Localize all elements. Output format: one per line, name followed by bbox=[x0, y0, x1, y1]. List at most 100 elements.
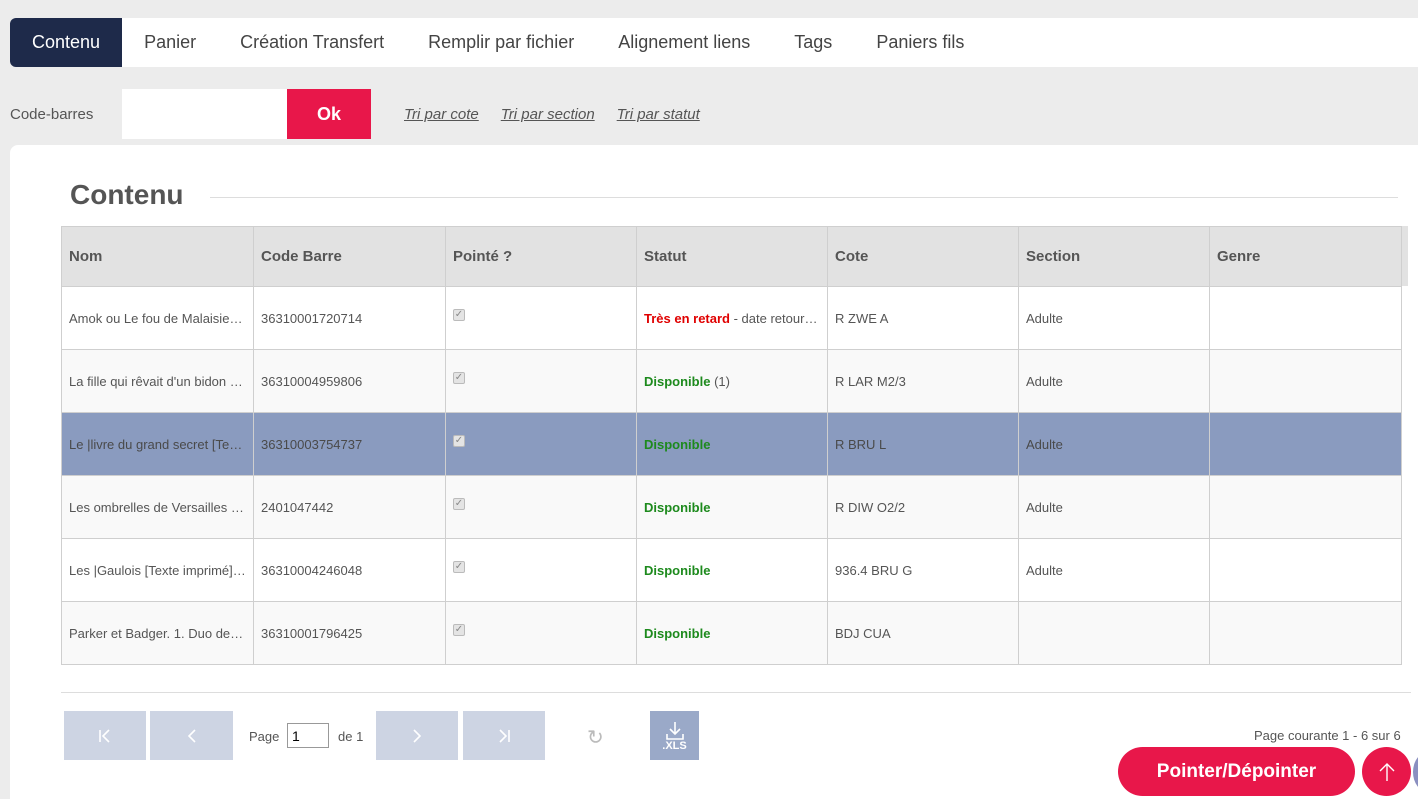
last-page-button[interactable] bbox=[463, 711, 545, 760]
cell-genre bbox=[1209, 538, 1402, 602]
pointed-checkbox[interactable]: ✓ bbox=[453, 624, 465, 636]
cell-nom: La fille qui rêvait d'un bidon d'essence bbox=[61, 349, 254, 413]
page-number-input[interactable] bbox=[287, 723, 329, 748]
status-extra: - date retour : 12/03/2024 bbox=[733, 310, 827, 326]
last-page-icon bbox=[499, 728, 510, 743]
column-header-section[interactable]: Section bbox=[1018, 226, 1210, 287]
column-header-cote[interactable]: Cote bbox=[827, 226, 1019, 287]
cell-section: Adulte bbox=[1018, 286, 1210, 350]
barcode-row: Code-barres Ok Tri par cote Tri par sect… bbox=[10, 89, 722, 139]
table-row[interactable]: Les ombrelles de Versailles [Texte impri… bbox=[61, 475, 1402, 539]
download-icon bbox=[665, 721, 684, 740]
pager-divider bbox=[61, 692, 1411, 693]
column-header-code-barre[interactable]: Code Barre bbox=[253, 226, 446, 287]
title-divider bbox=[210, 197, 1398, 198]
cell-cote: R BRU L bbox=[827, 412, 1019, 476]
cell-code-barre: 36310001796425 bbox=[253, 601, 446, 665]
ok-button[interactable]: Ok bbox=[287, 89, 371, 139]
status-extra: (1) bbox=[710, 373, 730, 389]
cell-section: Adulte bbox=[1018, 475, 1210, 539]
tab-panier[interactable]: Panier bbox=[122, 18, 218, 67]
next-page-icon bbox=[413, 728, 422, 743]
pointer-depointer-button[interactable]: Pointer/Dépointer bbox=[1118, 747, 1355, 796]
cell-genre bbox=[1209, 349, 1402, 413]
cell-code-barre: 36310004959806 bbox=[253, 349, 446, 413]
content-table: Nom Code Barre Pointé ? Statut Cote Sect… bbox=[61, 226, 1402, 665]
column-header-nom[interactable]: Nom bbox=[61, 226, 254, 287]
barcode-label: Code-barres bbox=[10, 105, 94, 123]
refresh-icon[interactable]: ↻ bbox=[587, 725, 604, 750]
cell-pointe: ✓ bbox=[445, 286, 637, 350]
scroll-top-button[interactable] bbox=[1362, 747, 1411, 796]
cell-section bbox=[1018, 601, 1210, 665]
status-available: Disponible bbox=[644, 562, 711, 578]
cell-genre bbox=[1209, 601, 1402, 665]
sort-by-status-link[interactable]: Tri par statut bbox=[617, 106, 700, 123]
cell-statut: Disponible bbox=[636, 412, 828, 476]
tab-contenu[interactable]: Contenu bbox=[10, 18, 123, 67]
prev-page-button[interactable] bbox=[150, 711, 233, 760]
export-xls-button[interactable]: .XLS bbox=[650, 711, 699, 760]
column-header-genre[interactable]: Genre bbox=[1209, 226, 1402, 287]
tab-alignement-liens[interactable]: Alignement liens bbox=[596, 18, 772, 67]
status-available: Disponible bbox=[644, 373, 711, 389]
cell-pointe: ✓ bbox=[445, 601, 637, 665]
cell-nom: Les |Gaulois [Texte imprimé] : histoire bbox=[61, 538, 254, 602]
status-available: Disponible bbox=[644, 436, 711, 452]
cell-pointe: ✓ bbox=[445, 349, 637, 413]
cell-statut: Disponible bbox=[636, 475, 828, 539]
cell-cote: R DIW O2/2 bbox=[827, 475, 1019, 539]
cell-nom: Les ombrelles de Versailles [Texte impri… bbox=[61, 475, 254, 539]
sort-by-section-link[interactable]: Tri par section bbox=[501, 106, 595, 123]
cell-code-barre: 2401047442 bbox=[253, 475, 446, 539]
cell-code-barre: 36310004246048 bbox=[253, 538, 446, 602]
pointed-checkbox[interactable]: ✓ bbox=[453, 498, 465, 510]
cell-genre bbox=[1209, 412, 1402, 476]
tab-paniers-fils[interactable]: Paniers fils bbox=[854, 18, 986, 67]
content-card: Contenu Nom Code Barre Pointé ? Statut C… bbox=[10, 145, 1418, 799]
column-header-pointe[interactable]: Pointé ? bbox=[445, 226, 637, 287]
cell-cote: R LAR M2/3 bbox=[827, 349, 1019, 413]
cell-genre bbox=[1209, 475, 1402, 539]
next-page-button[interactable] bbox=[376, 711, 458, 760]
table-header-row: Nom Code Barre Pointé ? Statut Cote Sect… bbox=[61, 226, 1402, 287]
column-header-statut[interactable]: Statut bbox=[636, 226, 828, 287]
tab-remplir-par-fichier[interactable]: Remplir par fichier bbox=[406, 18, 596, 67]
cell-pointe: ✓ bbox=[445, 475, 637, 539]
status-available: Disponible bbox=[644, 499, 711, 515]
sort-links: Tri par cote Tri par section Tri par sta… bbox=[404, 106, 722, 123]
sort-by-cote-link[interactable]: Tri par cote bbox=[404, 106, 479, 123]
cell-nom: Amok ou Le fou de Malaisie [Texte imprim… bbox=[61, 286, 254, 350]
arrow-up-icon bbox=[1379, 762, 1394, 781]
cell-cote: R ZWE A bbox=[827, 286, 1019, 350]
status-available: Disponible bbox=[644, 625, 711, 641]
tab-tags[interactable]: Tags bbox=[772, 18, 854, 67]
pointed-checkbox[interactable]: ✓ bbox=[453, 309, 465, 321]
cell-statut: Disponible bbox=[636, 601, 828, 665]
pointed-checkbox[interactable]: ✓ bbox=[453, 435, 465, 447]
pointed-checkbox[interactable]: ✓ bbox=[453, 372, 465, 384]
table-row[interactable]: Amok ou Le fou de Malaisie [Texte imprim… bbox=[61, 286, 1402, 350]
table-row[interactable]: Les |Gaulois [Texte imprimé] : histoire … bbox=[61, 538, 1402, 602]
cell-nom: Parker et Badger. 1. Duo de choc bbox=[61, 601, 254, 665]
first-page-icon bbox=[99, 728, 110, 743]
first-page-button[interactable] bbox=[64, 711, 146, 760]
page-count: Page courante 1 - 6 sur 6 bbox=[1254, 728, 1401, 743]
barcode-input[interactable] bbox=[122, 89, 287, 139]
cell-cote: 936.4 BRU G bbox=[827, 538, 1019, 602]
table-row[interactable]: La fille qui rêvait d'un bidon d'essence… bbox=[61, 349, 1402, 413]
cell-cote: BDJ CUA bbox=[827, 601, 1019, 665]
cell-statut: Disponible (1) bbox=[636, 349, 828, 413]
pointed-checkbox[interactable]: ✓ bbox=[453, 561, 465, 573]
xls-label: .XLS bbox=[662, 739, 687, 752]
table-scrollbar[interactable] bbox=[1401, 226, 1408, 286]
page-total-label: de 1 bbox=[338, 729, 364, 744]
table-row[interactable]: Parker et Badger. 1. Duo de choc 3631000… bbox=[61, 601, 1402, 665]
table-row[interactable]: Le |livre du grand secret [Texte imprimé… bbox=[61, 412, 1402, 476]
cell-code-barre: 36310001720714 bbox=[253, 286, 446, 350]
tab-creation-transfert[interactable]: Création Transfert bbox=[218, 18, 406, 67]
cell-section: Adulte bbox=[1018, 538, 1210, 602]
cell-genre bbox=[1209, 286, 1402, 350]
tab-bar: Contenu Panier Création Transfert Rempli… bbox=[10, 18, 1418, 67]
status-late: Très en retard bbox=[644, 310, 730, 326]
